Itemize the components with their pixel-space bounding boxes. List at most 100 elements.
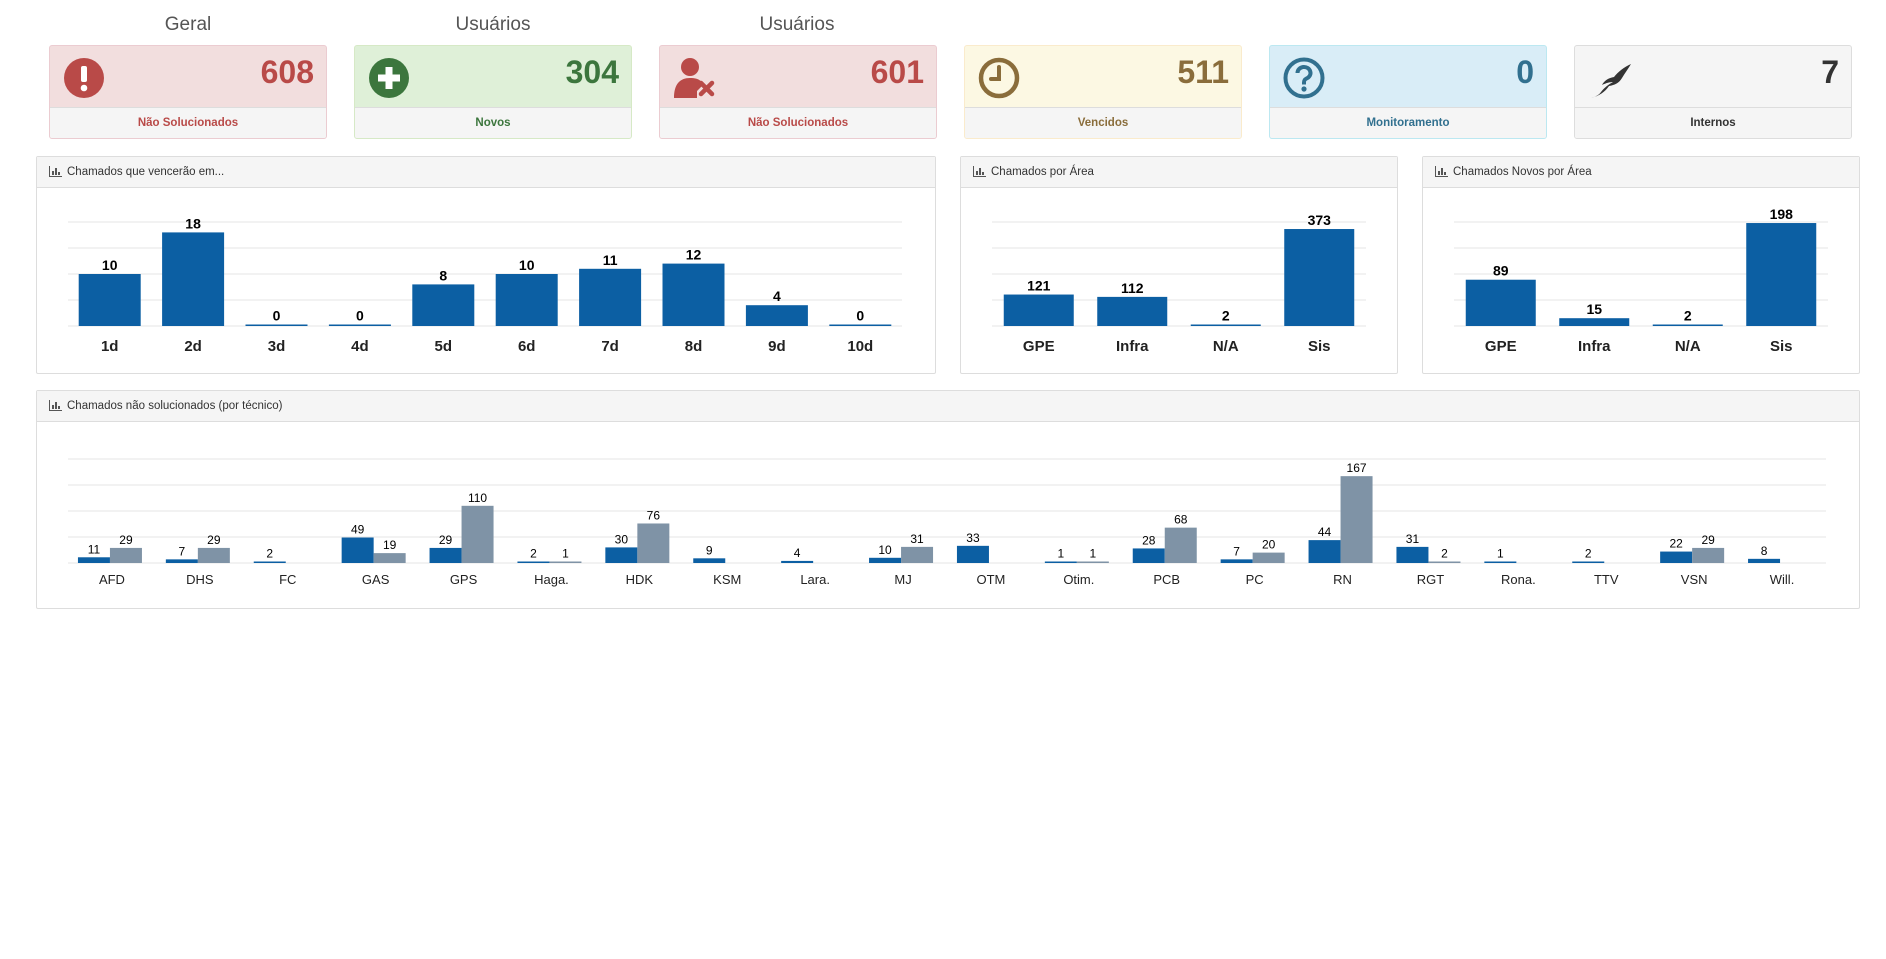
data-label: 19 [383, 538, 397, 552]
data-label: 10 [878, 543, 892, 557]
category-label: PC [1246, 572, 1264, 587]
bar[interactable] [662, 263, 725, 326]
bar[interactable] [1044, 561, 1077, 564]
data-label: 11 [603, 252, 618, 268]
panel-new-area: Chamados Novos por Área 89 GPE 15 Infra 2 N/A… [1422, 156, 1860, 374]
bar[interactable] [253, 561, 286, 564]
category-label: Sis [1770, 338, 1793, 355]
bar[interactable] [745, 305, 808, 326]
bar[interactable] [1692, 547, 1725, 563]
bar[interactable] [1340, 476, 1373, 563]
bar[interactable] [1748, 558, 1781, 563]
bar-chart-icon [973, 166, 986, 177]
bar[interactable] [495, 274, 558, 326]
data-label: 7 [1233, 544, 1240, 558]
category-label: 7d [601, 338, 619, 355]
category-label: GPS [450, 572, 478, 587]
bar[interactable] [1559, 318, 1630, 326]
bar[interactable] [1132, 548, 1165, 563]
exclamation-icon [64, 58, 104, 98]
bar[interactable] [956, 545, 989, 563]
category-label: Rona. [1501, 572, 1536, 587]
panel-title: Chamados não solucionados (por técnico) [67, 400, 283, 412]
bar[interactable] [579, 268, 642, 326]
panel-area: Chamados por Área 121 GPE 112 Infra 2 N/A 373 S… [960, 156, 1398, 374]
bar[interactable] [517, 561, 550, 564]
stat-card-n-o-solucionados[interactable]: 601 Não Solucionados [659, 45, 937, 139]
panel-due: Chamados que vencerão em... 10 1d 18 2d 0 3d 0… [36, 156, 936, 374]
bar[interactable] [245, 324, 308, 327]
data-label: 49 [351, 523, 365, 537]
bar[interactable] [869, 557, 902, 563]
bar[interactable] [901, 546, 934, 563]
bar[interactable] [429, 547, 462, 563]
bar[interactable] [1252, 552, 1285, 563]
bar[interactable] [1003, 294, 1074, 326]
bar[interactable] [328, 324, 391, 327]
bar[interactable] [461, 505, 494, 563]
bar[interactable] [1746, 223, 1817, 326]
stat-card-vencidos[interactable]: 511 Vencidos [964, 45, 1242, 139]
panel-tech: Chamados não solucionados (por técnico) … [36, 390, 1860, 609]
clock-icon [978, 57, 1020, 99]
bar[interactable] [1284, 229, 1355, 326]
bar[interactable] [605, 547, 638, 563]
data-label: 4 [773, 288, 781, 304]
bar[interactable] [693, 558, 726, 563]
area-chart: 121 GPE 112 Infra 2 N/A 373 Sis [992, 212, 1366, 355]
bar[interactable] [1076, 561, 1109, 564]
bar[interactable] [197, 547, 230, 563]
stat-label: Monitoramento [1270, 107, 1546, 138]
stat-card-internos[interactable]: 7 Internos [1574, 45, 1852, 139]
stat-card-monitoramento[interactable]: 0 Monitoramento [1269, 45, 1547, 139]
data-label: 28 [1142, 533, 1156, 547]
bar[interactable] [373, 553, 406, 563]
bar[interactable] [1652, 324, 1723, 327]
bar[interactable] [781, 560, 814, 563]
data-label: 2 [1585, 547, 1592, 561]
bar[interactable] [1428, 561, 1461, 564]
bar[interactable] [1308, 540, 1341, 563]
bar[interactable] [1097, 296, 1168, 326]
category-label: FC [279, 572, 296, 587]
data-label: 2 [1684, 308, 1692, 324]
bar[interactable] [1660, 551, 1693, 563]
stat-label: Internos [1575, 107, 1851, 138]
bar[interactable] [1572, 561, 1605, 564]
category-label: 10d [847, 338, 873, 355]
stat-card-n-o-solucionados[interactable]: 608 Não Solucionados [49, 45, 327, 139]
bar[interactable] [637, 523, 670, 563]
heading-geral: Geral [164, 14, 212, 35]
bar[interactable] [1396, 546, 1429, 563]
data-label: 31 [910, 532, 924, 546]
data-label: 0 [856, 308, 864, 324]
bar[interactable] [109, 547, 142, 563]
bar[interactable] [549, 561, 582, 564]
bar[interactable] [412, 284, 475, 326]
bar[interactable] [162, 232, 225, 326]
data-label: 76 [647, 508, 661, 522]
category-label: Infra [1116, 338, 1149, 355]
heading-usuarios: Usuários [455, 14, 531, 35]
due-chart: 10 1d 18 2d 0 3d 0 4d 8 5d 10 6d 11 7d 12 8d 4 9d 0 10d [68, 215, 902, 355]
stat-card-novos[interactable]: 304 Novos [354, 45, 632, 139]
stat-value: 0 [1516, 54, 1534, 90]
bar[interactable] [1220, 559, 1253, 563]
category-label: 5d [435, 338, 453, 355]
bar-chart-icon [49, 166, 62, 177]
bar[interactable] [165, 559, 198, 563]
category-label: OTM [977, 572, 1006, 587]
bar[interactable] [341, 537, 374, 563]
category-label: TTV [1594, 572, 1619, 587]
bar[interactable] [1484, 561, 1517, 564]
data-label: 112 [1121, 280, 1144, 296]
bar[interactable] [1190, 324, 1261, 327]
panel-title: Chamados Novos por Área [1453, 166, 1592, 178]
bar[interactable] [1164, 527, 1197, 563]
bar[interactable] [78, 274, 141, 326]
bar[interactable] [77, 557, 110, 563]
bar[interactable] [1465, 279, 1536, 326]
stat-value: 7 [1821, 54, 1839, 90]
bar[interactable] [829, 324, 892, 327]
stat-label: Vencidos [965, 107, 1241, 138]
